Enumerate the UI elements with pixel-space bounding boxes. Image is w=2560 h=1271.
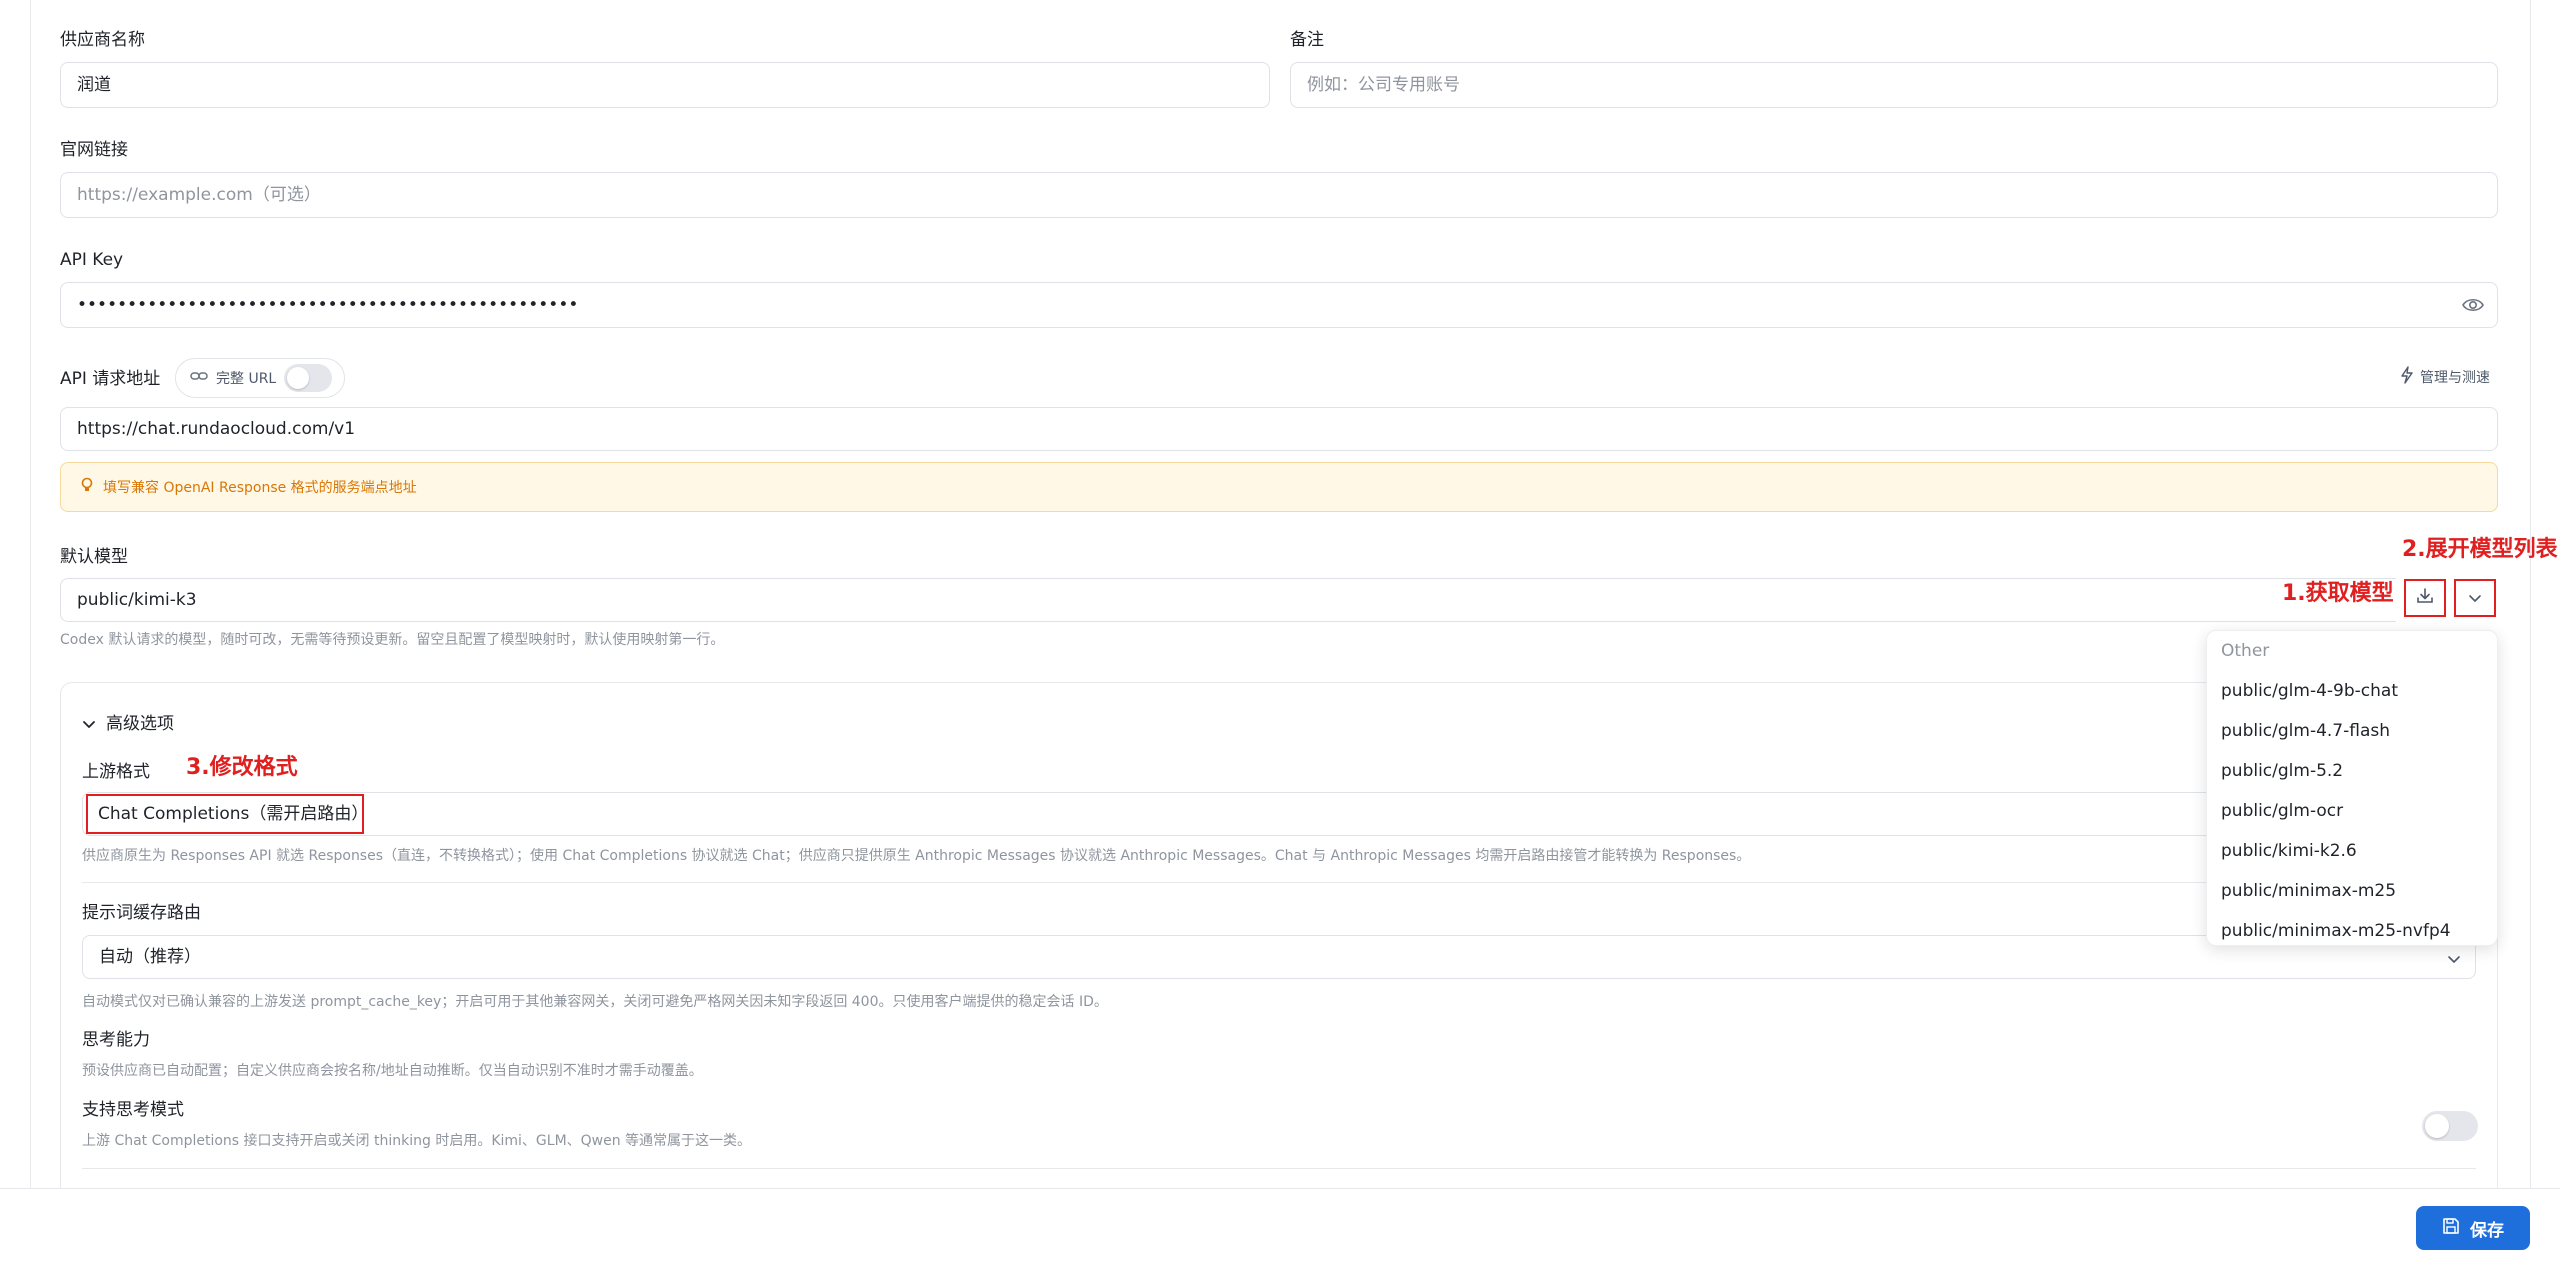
support-thinking-hint: 上游 Chat Completions 接口支持开启或关闭 thinking 时… bbox=[82, 1133, 752, 1149]
manage-speedtest-label: 管理与测速 bbox=[2420, 370, 2490, 386]
website-label: 官网链接 bbox=[60, 140, 128, 160]
model-option[interactable]: public/kimi-k2.6 bbox=[2207, 831, 2497, 871]
annotation-expand-list: 2.展开模型列表 bbox=[2402, 537, 2558, 562]
full-url-label: 完整 URL bbox=[216, 371, 277, 387]
save-button[interactable]: 保存 bbox=[2416, 1206, 2530, 1250]
chevron-down-icon bbox=[2446, 950, 2462, 969]
annotation-change-format: 3.修改格式 bbox=[186, 755, 298, 780]
dropdown-group-label: Other bbox=[2221, 641, 2270, 661]
note-label: 备注 bbox=[1290, 30, 1324, 50]
cache-route-value: 自动（推荐） bbox=[99, 947, 201, 967]
manage-speedtest-link[interactable]: 管理与测速 bbox=[2400, 366, 2490, 388]
toggle-knob bbox=[2425, 1114, 2449, 1138]
endpoint-label: API 请求地址 bbox=[60, 369, 161, 389]
model-option[interactable]: public/glm-5.2 bbox=[2207, 751, 2497, 791]
lightbulb-icon bbox=[81, 477, 93, 497]
api-key-label: API Key bbox=[60, 250, 124, 270]
website-input[interactable]: https://example.com（可选） bbox=[60, 172, 2498, 218]
full-url-chip[interactable]: 完整 URL bbox=[175, 358, 345, 398]
advanced-options-title: 高级选项 bbox=[106, 714, 174, 734]
upstream-format-select[interactable] bbox=[82, 792, 2476, 836]
upstream-format-value[interactable]: Chat Completions（需开启路由） bbox=[86, 794, 368, 834]
footer-bar bbox=[0, 1188, 2560, 1271]
save-button-label: 保存 bbox=[2470, 1220, 2504, 1241]
cache-route-label: 提示词缓存路由 bbox=[82, 903, 201, 923]
expand-model-list-button[interactable] bbox=[2454, 579, 2496, 617]
default-model-hint: Codex 默认请求的模型，随时可改，无需等待预设更新。留空且配置了模型映射时，… bbox=[60, 632, 725, 648]
thinking-hint: 预设供应商已自动配置；自定义供应商会按名称/地址自动推断。仅当自动识别不准时才需… bbox=[82, 1063, 703, 1079]
advanced-options-toggle[interactable]: 高级选项 bbox=[82, 712, 174, 736]
model-option[interactable]: public/glm-4-9b-chat bbox=[2207, 671, 2497, 711]
lightning-icon bbox=[2400, 366, 2414, 388]
chevron-down-icon bbox=[82, 715, 96, 734]
cache-route-select[interactable]: 自动（推荐） bbox=[82, 935, 2476, 979]
endpoint-tip-text: 填写兼容 OpenAI Response 格式的服务端点地址 bbox=[103, 480, 417, 496]
fetch-models-button[interactable] bbox=[2404, 579, 2446, 617]
eye-icon[interactable] bbox=[2462, 295, 2484, 315]
note-input[interactable]: 例如：公司专用账号 bbox=[1290, 62, 2498, 108]
model-option[interactable]: public/glm-4.7-flash bbox=[2207, 711, 2497, 751]
upstream-format-label: 上游格式 bbox=[82, 762, 150, 782]
link-icon bbox=[190, 369, 208, 387]
model-option[interactable]: public/minimax-m25-nvfp4 bbox=[2207, 911, 2497, 945]
api-key-input[interactable]: ••••••••••••••••••••••••••••••••••••••••… bbox=[60, 282, 2498, 328]
upstream-format-hint: 供应商原生为 Responses API 就选 Responses（直连，不转换… bbox=[82, 848, 1751, 864]
provider-name-input[interactable]: 润道 bbox=[60, 62, 1270, 108]
thinking-label: 思考能力 bbox=[82, 1030, 150, 1050]
chevron-down-icon bbox=[2467, 589, 2483, 608]
model-dropdown-list: Other public/glm-4-9b-chat public/glm-4.… bbox=[2206, 630, 2498, 946]
save-icon bbox=[2442, 1217, 2460, 1240]
model-option[interactable]: public/minimax-m25 bbox=[2207, 871, 2497, 911]
default-model-label: 默认模型 bbox=[60, 547, 128, 567]
default-model-input[interactable]: public/kimi-k3 bbox=[60, 578, 2396, 622]
provider-name-label: 供应商名称 bbox=[60, 30, 145, 50]
toggle-knob bbox=[287, 367, 310, 389]
download-icon bbox=[2415, 586, 2435, 610]
page-frame-right-border bbox=[2530, 0, 2531, 1188]
divider bbox=[82, 882, 2476, 883]
annotation-fetch-models: 1.获取模型 bbox=[2282, 581, 2394, 606]
model-option[interactable]: public/glm-ocr bbox=[2207, 791, 2497, 831]
page-frame-left-border bbox=[30, 0, 31, 1188]
endpoint-input[interactable]: https://chat.rundaocloud.com/v1 bbox=[60, 407, 2498, 451]
endpoint-tip-alert: 填写兼容 OpenAI Response 格式的服务端点地址 bbox=[60, 462, 2498, 512]
support-thinking-label: 支持思考模式 bbox=[82, 1100, 184, 1120]
support-thinking-toggle[interactable] bbox=[2422, 1111, 2478, 1141]
divider bbox=[82, 1168, 2476, 1169]
cache-route-hint: 自动模式仅对已确认兼容的上游发送 prompt_cache_key；开启可用于其… bbox=[82, 994, 1108, 1010]
full-url-toggle[interactable] bbox=[284, 364, 333, 392]
